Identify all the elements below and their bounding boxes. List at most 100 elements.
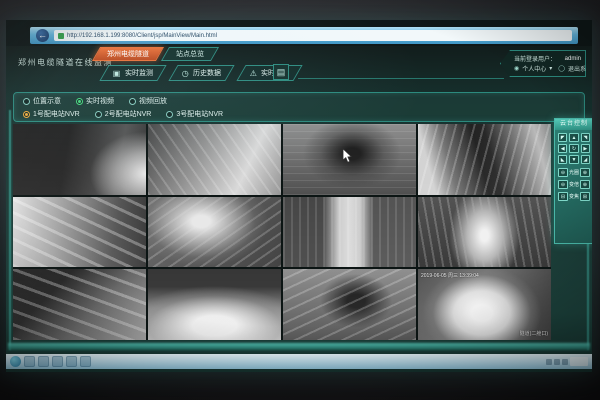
camera-tile-2[interactable]: [148, 124, 281, 195]
url-input[interactable]: http://192.168.1.199:8080/Client/jsp/Mai…: [54, 30, 572, 41]
ptz-up-icon[interactable]: ▲: [569, 133, 578, 142]
person-icon: ◉: [514, 65, 519, 72]
radio-icon-selected: [76, 98, 83, 105]
zoom-label: 变倍: [569, 181, 579, 188]
camera-tile-10[interactable]: [148, 269, 281, 340]
main-tabs: 郑州电缆隧道 站点总览: [96, 47, 215, 61]
view-mode-radio-group: 位置示意 实时视频 视频回放: [23, 95, 167, 107]
camera-tile-4[interactable]: [418, 124, 551, 195]
power-icon: ◯: [558, 65, 565, 72]
iris-minus-button[interactable]: ⊖: [558, 168, 568, 177]
url-text: http://192.168.1.199:8080/Client/jsp/Mai…: [67, 33, 217, 39]
mouse-cursor: [342, 148, 353, 164]
camera-tile-11[interactable]: [283, 269, 416, 340]
camera-tile-12[interactable]: 2019-06-05 周三 13:39:04 隧道(二舱口): [418, 269, 551, 340]
tray-icon[interactable]: [562, 359, 568, 365]
bottom-edge-glow: [8, 343, 590, 350]
history-data-button[interactable]: ◷ 历史数据: [168, 65, 234, 81]
tray-icon[interactable]: [546, 359, 552, 365]
ptz-left-icon[interactable]: ◀: [558, 144, 567, 153]
camera-tile-7[interactable]: [283, 197, 416, 268]
realtime-monitor-button[interactable]: ▣ 实时监测: [99, 65, 166, 81]
iris-label: 光圈: [569, 169, 579, 176]
iris-control-row: ⊖ 光圈 ⊕: [555, 168, 592, 177]
zoom-control-row: ⊖ 变倍 ⊕: [555, 180, 592, 189]
video-wall-grid: 2019-06-05 周三 13:39:04 隧道(二舱口): [13, 124, 551, 340]
ptz-right-icon[interactable]: ▶: [581, 144, 590, 153]
user-panel: 当前登录用户： admin ◉ 个人中心 ▾ ◯ 退出系统: [500, 50, 586, 77]
system-tray: [546, 357, 588, 366]
ptz-auto-scan-icon[interactable]: ↻: [569, 144, 578, 153]
camera-tile-9[interactable]: [13, 269, 146, 340]
focus-minus-button[interactable]: ⊟: [558, 192, 568, 201]
radio-nvr-1[interactable]: 1号配电站NVR: [23, 109, 80, 119]
radio-video-playback[interactable]: 视频回放: [129, 96, 167, 106]
ptz-control-panel: 云台控制 ◤ ▲ ◥ ◀ ↻ ▶ ◣ ▼ ◢ ⊖ 光圈 ⊕ ⊖ 变倍 ⊕: [554, 118, 592, 244]
focus-label: 变焦: [569, 193, 579, 200]
tray-icon[interactable]: [554, 359, 560, 365]
ptz-down-left-icon[interactable]: ◣: [558, 155, 567, 164]
history-clock-icon: ◷: [182, 69, 189, 78]
taskbar-app-icon[interactable]: [52, 356, 63, 367]
camera-tile-5[interactable]: [13, 197, 146, 268]
radio-icon: [166, 111, 173, 118]
photo-background: ← http://192.168.1.199:8080/Client/jsp/M…: [0, 0, 600, 400]
ptz-down-icon[interactable]: ▼: [569, 155, 578, 164]
header-divider-line: [298, 78, 504, 79]
camera-tile-6[interactable]: [148, 197, 281, 268]
focus-control-row: ⊟ 变焦 ⊞: [555, 192, 592, 201]
ptz-direction-pad: ◤ ▲ ◥ ◀ ↻ ▶ ◣ ▼ ◢: [555, 130, 592, 165]
taskbar-app-icon[interactable]: [24, 356, 35, 367]
realtime-alarm-button[interactable]: ⚠ 实时报警: [236, 65, 302, 81]
radio-label: 位置示意: [33, 96, 61, 106]
ptz-up-right-icon[interactable]: ◥: [581, 133, 590, 142]
profile-link[interactable]: 个人中心: [522, 64, 546, 73]
login-user-line: 当前登录用户： admin: [514, 54, 581, 63]
tab-label: 郑州电缆隧道: [107, 49, 149, 59]
zoom-out-button[interactable]: ⊖: [558, 180, 568, 189]
login-user-label: 当前登录用户：: [514, 54, 556, 63]
tool-label: 实时监测: [125, 68, 153, 78]
monitor-screen: ← http://192.168.1.199:8080/Client/jsp/M…: [6, 20, 592, 372]
radio-icon: [95, 111, 102, 118]
zoom-in-button[interactable]: ⊕: [580, 180, 590, 189]
radio-nvr-3[interactable]: 3号配电站NVR: [166, 109, 223, 119]
tray-clock-area[interactable]: [570, 357, 588, 366]
tab-cable-tunnel[interactable]: 郑州电缆隧道: [92, 47, 164, 61]
radio-live-video[interactable]: 实时视频: [76, 96, 114, 106]
alarm-icon: ⚠: [250, 69, 257, 78]
filter-panel: 位置示意 实时视频 视频回放 1号配电站NVR 2号配电站N: [13, 92, 585, 122]
focus-plus-button[interactable]: ⊞: [580, 192, 590, 201]
ptz-down-right-icon[interactable]: ◢: [581, 155, 590, 164]
radio-icon-selected: [23, 111, 30, 118]
radio-icon: [129, 98, 136, 105]
radio-icon: [23, 98, 30, 105]
taskbar-app-icon[interactable]: [66, 356, 77, 367]
radio-nvr-2[interactable]: 2号配电站NVR: [95, 109, 152, 119]
username: admin: [565, 56, 581, 62]
camera-timestamp-overlay: 2019-06-05 周三 13:39:04: [421, 272, 479, 279]
radio-label: 实时视频: [86, 96, 114, 106]
start-button[interactable]: [10, 356, 21, 367]
camera-tile-8[interactable]: [418, 197, 551, 268]
iris-plus-button[interactable]: ⊕: [580, 168, 590, 177]
browser-address-bar: ← http://192.168.1.199:8080/Client/jsp/M…: [30, 27, 578, 44]
user-actions-line: ◉ 个人中心 ▾ ◯ 退出系统: [514, 64, 581, 73]
chevron-down-icon: ▾: [549, 65, 552, 72]
camera-name-overlay: 隧道(二舱口): [520, 330, 548, 337]
ptz-panel-title: 云台控制: [555, 119, 592, 130]
taskbar-app-icon[interactable]: [38, 356, 49, 367]
ptz-up-left-icon[interactable]: ◤: [558, 133, 567, 142]
video-panel-button[interactable]: ▤: [273, 64, 289, 80]
radio-label: 3号配电站NVR: [176, 109, 223, 119]
tab-label: 站点总览: [176, 49, 204, 59]
toolbar: ▣ 实时监测 ◷ 历史数据 ⚠ 实时报警: [104, 65, 298, 81]
radio-label: 2号配电站NVR: [105, 109, 152, 119]
camera-tile-1[interactable]: [13, 124, 146, 195]
taskbar-app-icon[interactable]: [80, 356, 91, 367]
os-taskbar: [6, 354, 592, 369]
tab-site-overview[interactable]: 站点总览: [161, 47, 219, 61]
left-edge-glow: [9, 110, 11, 350]
radio-position-map[interactable]: 位置示意: [23, 96, 61, 106]
browser-back-button[interactable]: ←: [36, 29, 49, 42]
